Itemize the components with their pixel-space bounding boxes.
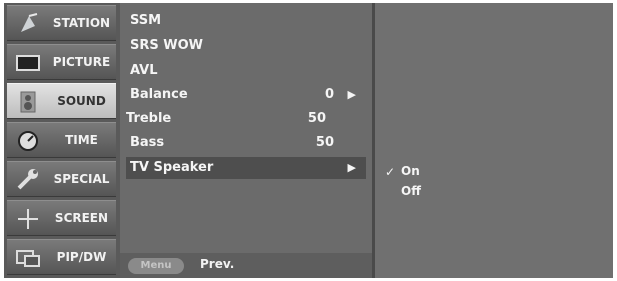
tab-screen-label: SCREEN	[54, 211, 109, 225]
tab-station[interactable]: STATION	[7, 5, 116, 41]
tab-screen[interactable]: SCREEN	[7, 200, 116, 236]
menu-item-label: Balance	[130, 87, 188, 102]
osd-menu-frame: STATION PICTURE SOUND TIME SPECIAL SCREE…	[4, 3, 613, 278]
wrench-icon	[17, 169, 38, 190]
menu-item-bass[interactable]: Bass 50	[130, 132, 366, 154]
pip-windows-icon	[16, 250, 40, 267]
tab-time-label: TIME	[65, 133, 98, 147]
tab-sound[interactable]: SOUND	[7, 83, 116, 119]
move-cross-icon	[18, 209, 38, 229]
menu-item-label: TV Speaker	[130, 160, 214, 175]
menu-item-treble[interactable]: Treble 50	[126, 108, 362, 130]
tab-time[interactable]: TIME	[7, 122, 116, 158]
clock-icon	[18, 131, 38, 151]
tab-picture-label: PICTURE	[52, 55, 111, 69]
menu-item-tv-speaker[interactable]: TV Speaker ▶	[126, 157, 366, 179]
menu-item-label: Bass	[130, 135, 165, 150]
tv-speaker-submenu: ✓ On Off	[375, 3, 613, 278]
category-tab-column: STATION PICTURE SOUND TIME SPECIAL SCREE…	[4, 3, 120, 278]
menu-item-label: Treble	[126, 111, 172, 126]
tab-station-label: STATION	[52, 16, 111, 30]
menu-item-label: SSM	[130, 13, 162, 28]
speaker-icon	[20, 91, 36, 113]
menu-item-balance[interactable]: Balance 0 ▶	[130, 84, 366, 106]
option-label: On	[401, 164, 420, 178]
prev-hint: Prev.	[200, 257, 235, 271]
menu-item-srs-wow[interactable]: SRS WOW	[130, 35, 366, 57]
option-off[interactable]: Off	[401, 184, 421, 198]
sound-menu-panel: SSM SRS WOW AVL Balance 0 ▶ Treble 50 Ba…	[120, 3, 375, 278]
menu-item-label: AVL	[130, 63, 158, 78]
checkmark-icon: ✓	[385, 165, 396, 179]
tab-special[interactable]: SPECIAL	[7, 161, 116, 197]
satellite-dish-icon	[21, 13, 38, 32]
tab-sound-label: SOUND	[57, 94, 106, 108]
tab-pip-dw-label: PIP/DW	[56, 250, 107, 264]
right-arrow-icon: ▶	[347, 161, 356, 174]
bass-value: 50	[315, 135, 334, 150]
tab-pip-dw[interactable]: PIP/DW	[7, 239, 116, 275]
option-on[interactable]: On	[401, 164, 420, 178]
menu-item-avl[interactable]: AVL	[130, 60, 366, 82]
tv-screen-icon	[16, 55, 40, 71]
right-arrow-icon: ▶	[347, 88, 356, 101]
option-label: Off	[401, 184, 421, 198]
menu-item-label: SRS WOW	[130, 38, 203, 53]
menu-footer-bar: Menu Prev.	[120, 253, 372, 278]
tab-special-label: SPECIAL	[53, 172, 110, 186]
tab-picture[interactable]: PICTURE	[7, 44, 116, 80]
balance-value: 0	[324, 87, 334, 102]
menu-button[interactable]: Menu	[128, 258, 184, 274]
treble-value: 50	[307, 111, 326, 126]
menu-item-ssm[interactable]: SSM	[130, 10, 366, 32]
